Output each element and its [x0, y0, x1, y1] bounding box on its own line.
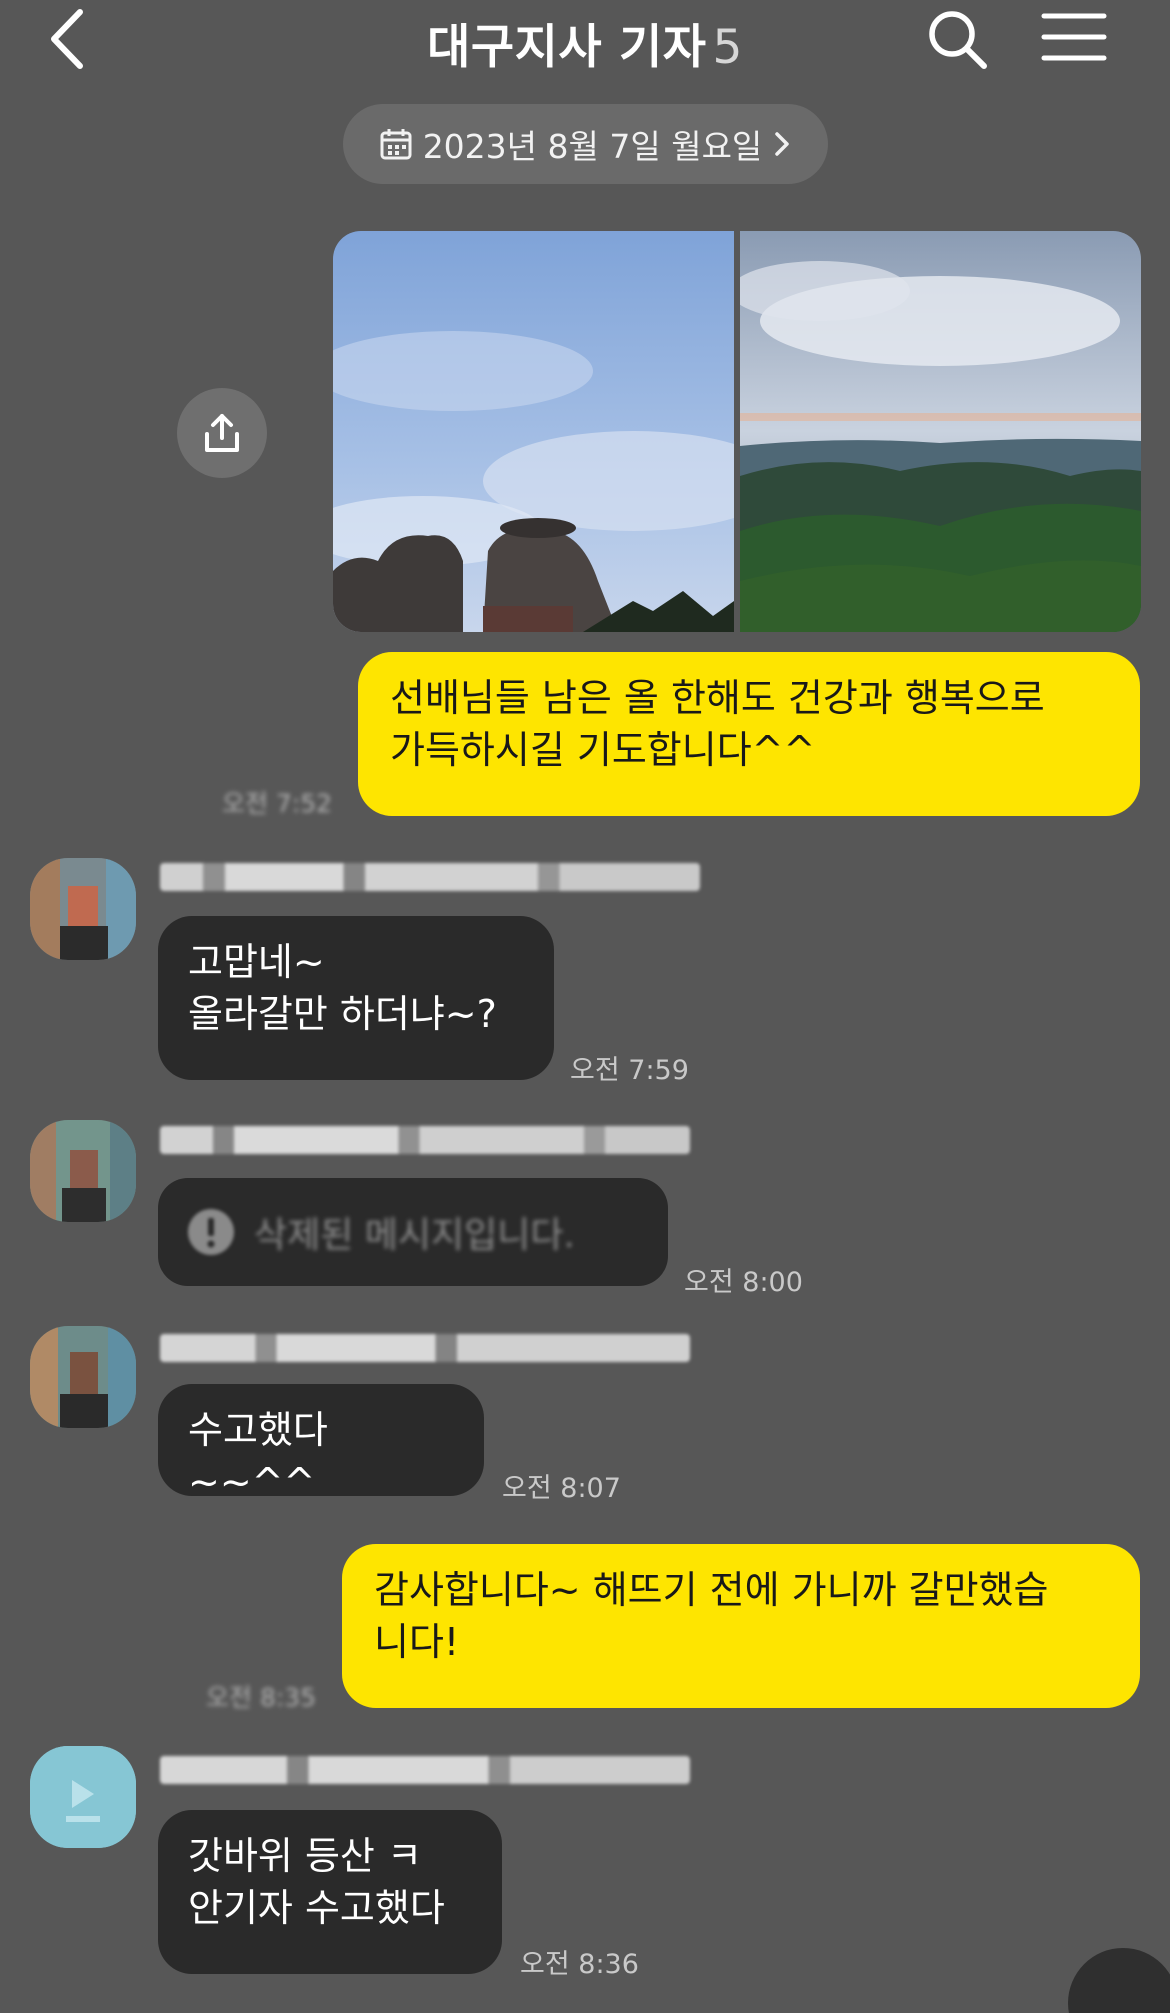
menu-icon	[1041, 13, 1107, 61]
chat-room-name: 대구지사 기자	[427, 20, 707, 75]
avatar-image	[30, 1120, 136, 1222]
scroll-to-bottom-button[interactable]	[1068, 1948, 1170, 2013]
sender-name-redacted	[160, 1756, 690, 1784]
sender-name-redacted	[160, 863, 700, 891]
default-avatar-icon	[30, 1746, 136, 1848]
search-button[interactable]	[922, 4, 994, 76]
avatar-image	[30, 1326, 136, 1428]
message-time: 오전 7:59	[570, 1055, 689, 1086]
message-time: 오전 8:07	[502, 1473, 621, 1504]
avatar-image	[30, 858, 136, 960]
share-button[interactable]	[177, 388, 267, 478]
exclamation-icon	[188, 1209, 234, 1255]
sender-name-redacted	[160, 1126, 690, 1154]
message-bubble[interactable]: 고맙네~ 올라갈만 하더냐~?	[158, 916, 554, 1080]
deleted-message-bubble[interactable]: 삭제된 메시지입니다.	[158, 1178, 668, 1286]
calendar-icon	[380, 129, 412, 160]
date-pill[interactable]: 2023년 8월 7일 월요일	[343, 104, 828, 184]
avatar[interactable]	[30, 1326, 136, 1428]
avatar[interactable]	[30, 1120, 136, 1222]
sender-name-redacted	[160, 1334, 690, 1362]
message-time: 오전 8:36	[520, 1949, 639, 1980]
chevron-right-icon	[775, 132, 790, 156]
message-bubble[interactable]: 수고했다~~^^	[158, 1384, 484, 1504]
chat-header: 대구지사 기자 5	[0, 0, 1170, 80]
deleted-message-text: 삭제된 메시지입니다.	[254, 1215, 575, 1256]
member-count: 5	[712, 20, 743, 75]
photo-image	[740, 231, 1141, 632]
message-bubble[interactable]: 갓바위 등산 ㅋ 안기자 수고했다	[158, 1810, 502, 1974]
message-time: 오전 8:00	[684, 1267, 803, 1298]
photo-mountain-view[interactable]	[740, 231, 1141, 632]
message-time: 오전 8:35	[206, 1683, 317, 1712]
avatar[interactable]	[30, 858, 136, 960]
date-label: 2023년 8월 7일 월요일	[422, 127, 763, 166]
avatar[interactable]	[30, 1746, 136, 1848]
chat-title: 대구지사 기자 5	[0, 8, 1170, 77]
menu-button[interactable]	[1038, 6, 1110, 70]
message-time: 오전 7:52	[222, 789, 333, 818]
share-icon	[205, 414, 239, 452]
photo-image	[333, 231, 734, 632]
photo-rocks-sky[interactable]	[333, 231, 734, 632]
search-icon	[929, 11, 987, 69]
my-message-bubble[interactable]: 선배님들 남은 올 한해도 건강과 행복으로 가득하시길 기도합니다^^	[358, 652, 1140, 816]
my-message-bubble[interactable]: 감사합니다~ 해뜨기 전에 가니까 갈만했습 니다!	[342, 1544, 1140, 1708]
